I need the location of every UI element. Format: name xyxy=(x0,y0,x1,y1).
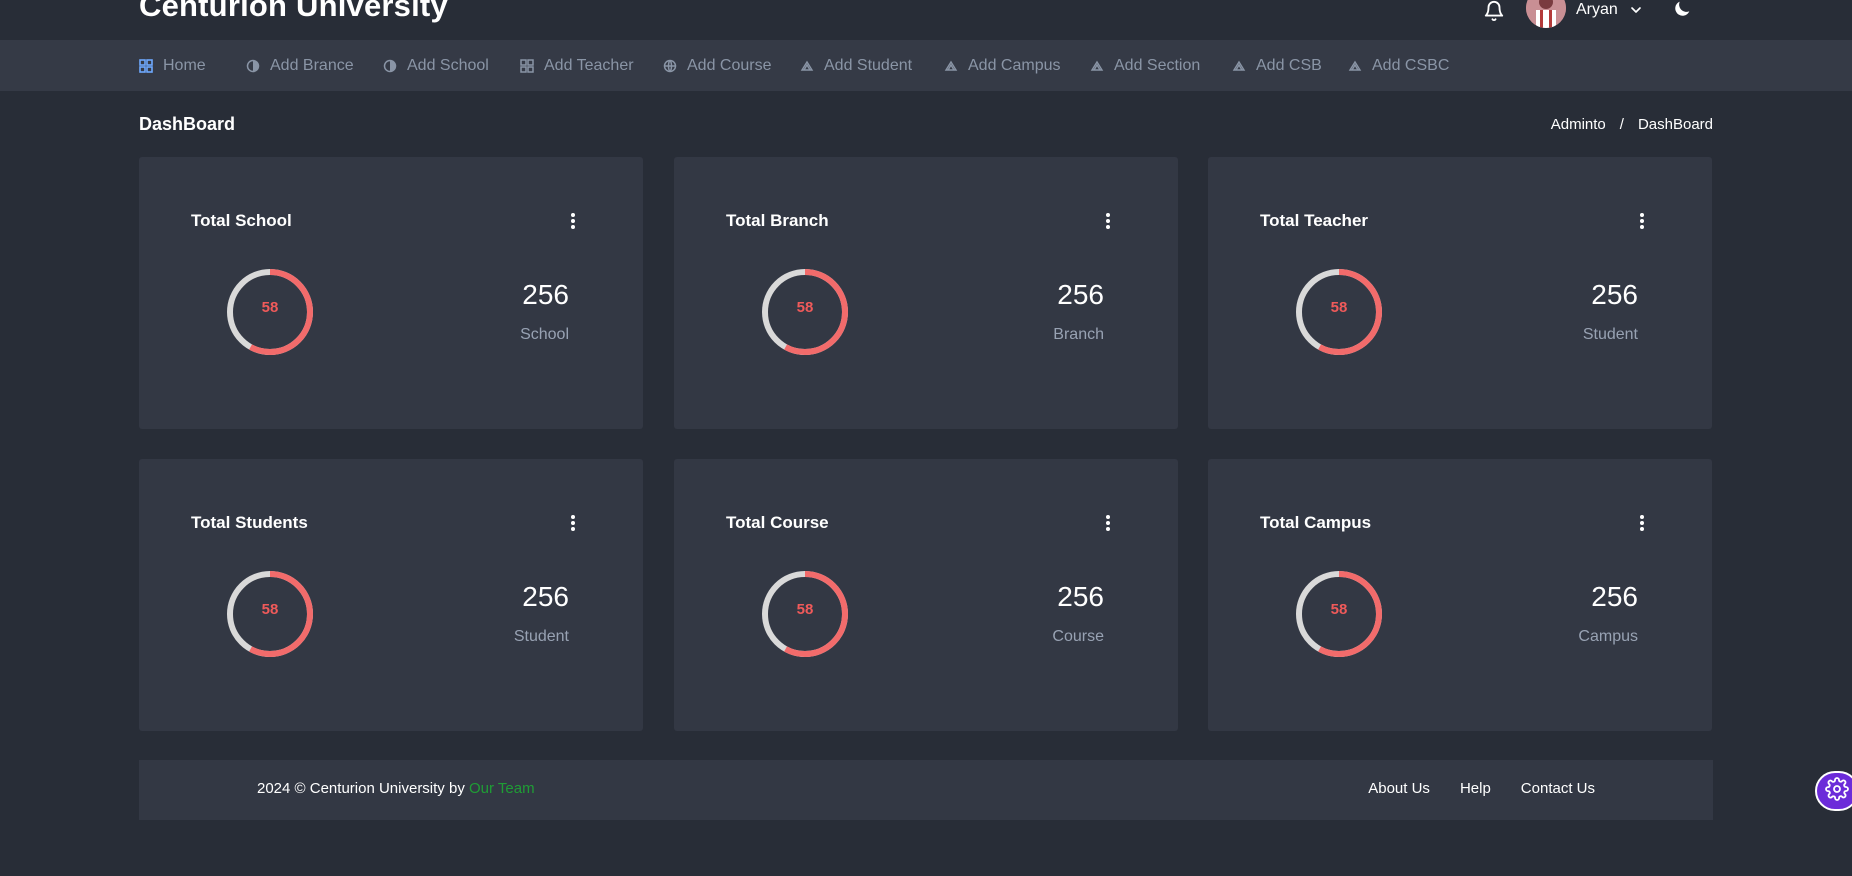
stat-card-total-course: Total Course 58 256 Course xyxy=(674,459,1178,731)
nav-item-add-school[interactable]: Add School xyxy=(383,40,489,91)
layers-icon xyxy=(1232,59,1246,73)
more-vertical-icon[interactable] xyxy=(1104,513,1112,533)
nav-item-add-csbc[interactable]: Add CSBC xyxy=(1348,40,1449,91)
half-circle-icon xyxy=(246,59,260,73)
card-title: Total Teacher xyxy=(1260,211,1369,230)
main-nav: Home Add Brance Add School Add Teacher A… xyxy=(0,40,1852,91)
nav-item-add-campus[interactable]: Add Campus xyxy=(944,40,1061,91)
nav-item-add-student[interactable]: Add Student xyxy=(800,40,912,91)
nav-item-home[interactable]: Home xyxy=(139,40,206,91)
page-title: DashBoard xyxy=(139,114,236,134)
settings-button[interactable] xyxy=(1815,771,1852,811)
donut-value: 58 xyxy=(1330,298,1348,316)
stat-card-total-teacher: Total Teacher 58 256 Student xyxy=(1208,157,1712,429)
stat-card-total-school: Total School 58 256 School xyxy=(139,157,643,429)
stat-label: Campus xyxy=(1578,628,1638,645)
stat-value: 256 xyxy=(1057,279,1104,310)
donut-value: 58 xyxy=(796,600,814,618)
chevron-down-icon[interactable] xyxy=(1628,2,1644,18)
card-title: Total Course xyxy=(726,513,829,532)
username[interactable]: Aryan xyxy=(1576,1,1618,19)
more-vertical-icon[interactable] xyxy=(1638,513,1646,533)
donut-value: 58 xyxy=(261,298,279,316)
stat-value: 256 xyxy=(522,279,569,310)
breadcrumb: Adminto / DashBoard xyxy=(1551,116,1713,133)
gear-icon xyxy=(1825,776,1849,806)
stat-value: 256 xyxy=(522,581,569,612)
more-vertical-icon[interactable] xyxy=(569,211,577,231)
nav-item-add-teacher[interactable]: Add Teacher xyxy=(520,40,634,91)
donut-value: 58 xyxy=(1330,600,1348,618)
footer: 2024 © Centurion University by Our Team … xyxy=(139,760,1713,820)
footer-link-contact-us[interactable]: Contact Us xyxy=(1521,780,1595,797)
nav-item-label: Add CSB xyxy=(1256,56,1322,74)
layers-icon xyxy=(1348,59,1362,73)
card-title: Total Campus xyxy=(1260,513,1372,532)
stat-card-total-branch: Total Branch 58 256 Branch xyxy=(674,157,1178,429)
footer-links: About Us Help Contact Us xyxy=(1368,780,1595,797)
more-vertical-icon[interactable] xyxy=(569,513,577,533)
nav-item-add-section[interactable]: Add Section xyxy=(1090,40,1200,91)
breadcrumb-separator: / xyxy=(1619,116,1624,133)
brand-title[interactable]: Centurion University xyxy=(139,0,448,24)
nav-item-label: Add Section xyxy=(1114,56,1201,74)
moon-icon[interactable] xyxy=(1671,0,1693,20)
half-circle-icon xyxy=(383,59,397,73)
stat-value: 256 xyxy=(1057,581,1104,612)
nav-item-label: Add School xyxy=(407,56,489,74)
card-title: Total Students xyxy=(191,513,308,532)
stat-label: Student xyxy=(513,628,569,645)
nav-item-add-brance[interactable]: Add Brance xyxy=(246,40,354,91)
more-vertical-icon[interactable] xyxy=(1104,211,1112,231)
footer-copyright: 2024 © Centurion University by Our Team xyxy=(257,780,535,797)
nav-item-label: Add Campus xyxy=(968,56,1061,74)
nav-item-label: Add Student xyxy=(824,56,913,74)
breadcrumb-root[interactable]: Adminto xyxy=(1551,116,1606,133)
stat-card-total-campus: Total Campus 58 256 Campus xyxy=(1208,459,1712,731)
nav-item-add-course[interactable]: Add Course xyxy=(663,40,772,91)
card-title: Total School xyxy=(191,211,292,230)
card-title: Total Branch xyxy=(726,211,829,230)
avatar[interactable] xyxy=(1526,0,1566,28)
nav-item-label: Home xyxy=(163,56,206,74)
nav-item-label: Add Course xyxy=(687,56,772,74)
layers-icon xyxy=(944,59,958,73)
footer-link-about-us[interactable]: About Us xyxy=(1368,780,1430,797)
donut-value: 58 xyxy=(261,600,279,618)
stat-label: School xyxy=(520,326,569,343)
team-link[interactable]: Our Team xyxy=(469,780,535,797)
more-vertical-icon[interactable] xyxy=(1638,211,1646,231)
top-bar: Centurion University Aryan xyxy=(0,0,1852,40)
stat-label: Student xyxy=(1582,326,1638,343)
grid-icon xyxy=(520,58,534,73)
nav-item-label: Add Brance xyxy=(270,56,354,74)
layers-icon xyxy=(800,59,814,73)
nav-item-add-csb[interactable]: Add CSB xyxy=(1232,40,1322,91)
stat-label: Course xyxy=(1052,628,1104,645)
stat-label: Branch xyxy=(1053,326,1104,343)
copyright-text: 2024 © Centurion University by xyxy=(257,780,469,797)
notification-bell-icon[interactable] xyxy=(1483,0,1505,22)
nav-item-label: Add Teacher xyxy=(544,56,634,74)
layers-icon xyxy=(1090,59,1104,73)
breadcrumb-current: DashBoard xyxy=(1637,116,1713,133)
donut-value: 58 xyxy=(796,298,814,316)
stat-value: 256 xyxy=(1591,581,1638,612)
footer-link-help[interactable]: Help xyxy=(1460,780,1491,797)
grid-icon xyxy=(139,58,153,73)
globe-icon xyxy=(663,59,677,73)
stat-value: 256 xyxy=(1591,279,1638,310)
nav-item-label: Add CSBC xyxy=(1372,56,1450,74)
stat-card-total-students: Total Students 58 256 Student xyxy=(139,459,643,731)
